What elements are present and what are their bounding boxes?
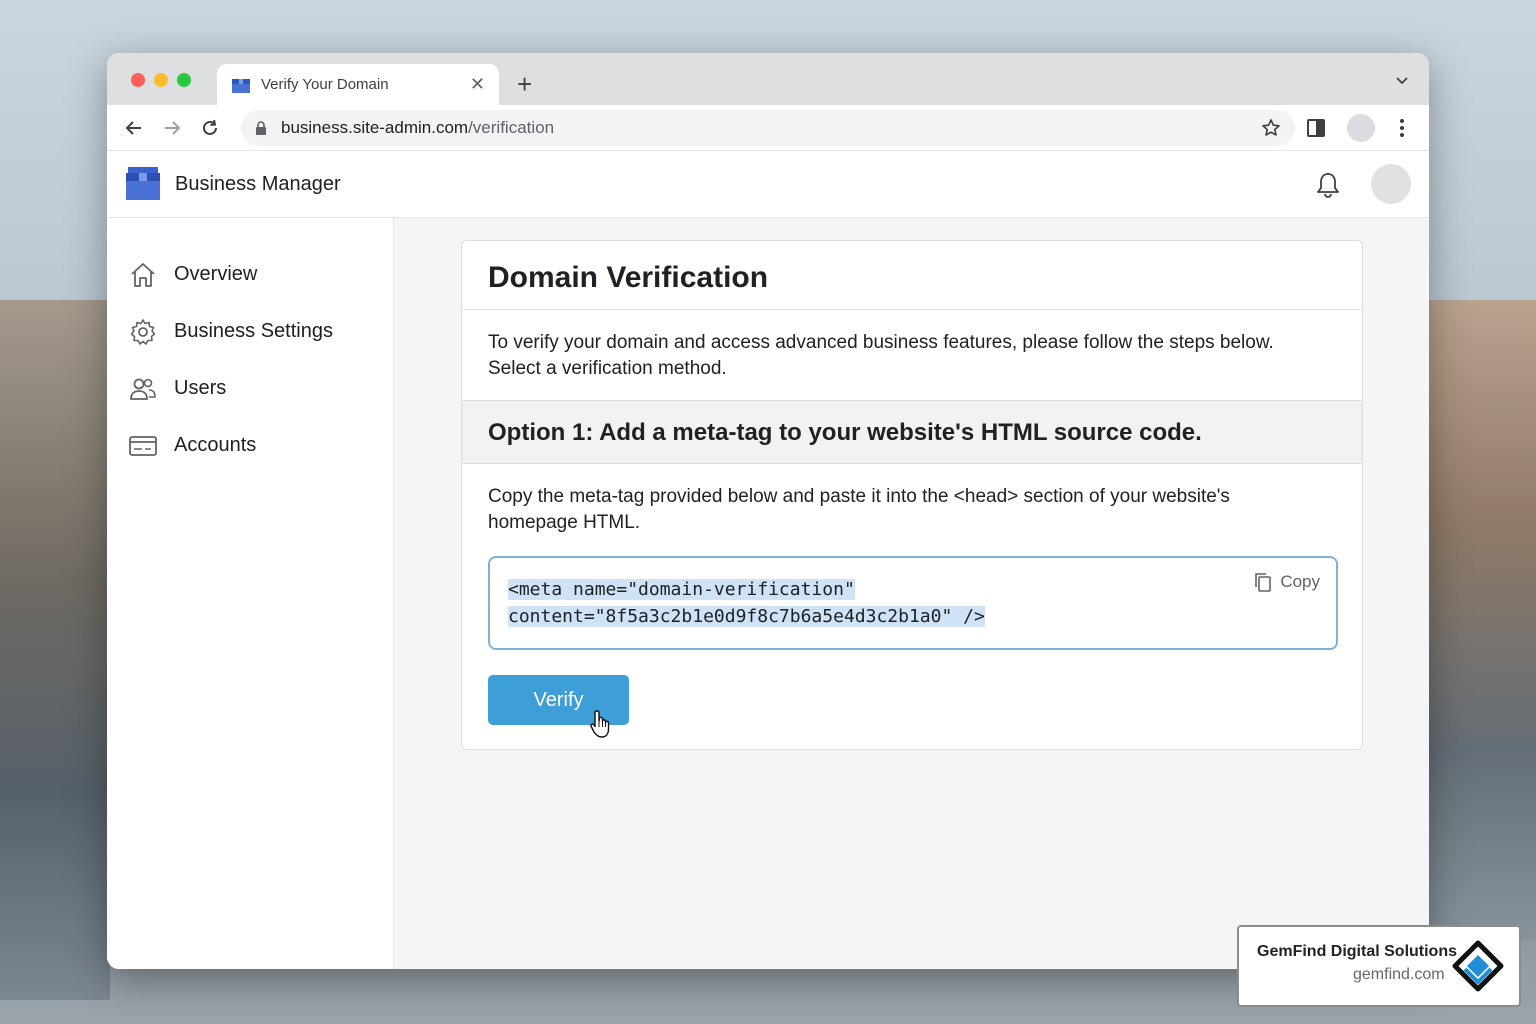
- sidebar-item-label: Overview: [174, 263, 258, 285]
- new-tab-button[interactable]: +: [517, 69, 532, 100]
- forward-arrow-icon[interactable]: [161, 117, 183, 139]
- sidebar-item-users[interactable]: Users: [107, 360, 393, 417]
- sidebar-item-label: Accounts: [174, 434, 257, 456]
- option-description-line: Copy the meta-tag provided below and pas…: [488, 486, 1230, 507]
- tab-title: Verify Your Domain: [261, 76, 389, 93]
- chevron-down-icon[interactable]: [1395, 73, 1409, 87]
- option-body: Copy the meta-tag provided below and pas…: [462, 464, 1362, 745]
- intro-text: To verify your domain and access advance…: [488, 332, 1274, 353]
- option-header: Option 1: Add a meta-tag to your website…: [462, 401, 1362, 464]
- background-left: [0, 300, 110, 1000]
- copy-icon: [1255, 573, 1272, 592]
- verification-card: Domain Verification To verify your domai…: [461, 240, 1363, 750]
- toolbar-actions: [1307, 105, 1429, 151]
- page-title: Domain Verification: [488, 261, 769, 294]
- background-right: [1426, 300, 1536, 940]
- sidebar: Overview Business Settings Users Account…: [107, 218, 394, 969]
- verify-button[interactable]: Verify: [488, 675, 629, 738]
- sidebar-item-label: Business Settings: [174, 320, 333, 342]
- option-description: Copy the meta-tag provided below and pas…: [488, 484, 1336, 536]
- profile-avatar[interactable]: [1347, 114, 1375, 142]
- option-title: Option 1: Add a meta-tag to your website…: [488, 419, 1202, 446]
- business-logo-icon: [126, 167, 160, 200]
- reload-icon[interactable]: [199, 117, 221, 139]
- users-icon: [130, 378, 156, 400]
- close-window-button[interactable]: [131, 73, 145, 87]
- url-host: business.site-admin.com: [281, 118, 469, 137]
- code-line: content="8f5a3c2b1e0d9f8c7b6a5e4d3c2b1a0…: [508, 603, 1318, 630]
- card-intro: To verify your domain and access advance…: [462, 310, 1362, 401]
- user-avatar[interactable]: [1371, 164, 1411, 204]
- back-arrow-icon[interactable]: [123, 117, 145, 139]
- window-controls: [131, 73, 191, 87]
- copy-button[interactable]: Copy: [1254, 572, 1320, 592]
- store-favicon-icon: [232, 78, 250, 93]
- copy-label: Copy: [1280, 572, 1320, 591]
- tab-strip: Verify Your Domain ✕ +: [107, 53, 1429, 105]
- card-header: Domain Verification: [462, 241, 1362, 310]
- browser-window: Verify Your Domain ✕ + business.site-adm…: [107, 53, 1429, 969]
- app-body: Overview Business Settings Users Account…: [107, 218, 1429, 969]
- minimize-window-button[interactable]: [154, 73, 168, 87]
- app-title: Business Manager: [175, 172, 341, 195]
- kebab-menu-icon[interactable]: [1399, 118, 1405, 138]
- code-line: <meta name="domain-verification": [508, 576, 1318, 603]
- hand-cursor-icon: [590, 710, 610, 738]
- card-icon: [129, 435, 157, 456]
- bell-icon[interactable]: [1315, 171, 1341, 199]
- sidebar-item-accounts[interactable]: Accounts: [107, 417, 393, 474]
- maximize-window-button[interactable]: [177, 73, 191, 87]
- watermark-badge: GemFind Digital Solutions gemfind.com: [1237, 925, 1521, 1007]
- url-path: /verification: [468, 118, 555, 137]
- side-panel-icon[interactable]: [1307, 119, 1325, 137]
- verify-label: Verify: [533, 688, 584, 711]
- sidebar-item-overview[interactable]: Overview: [107, 246, 393, 303]
- bookmark-star-icon[interactable]: [1261, 118, 1281, 138]
- sidebar-item-label: Users: [174, 377, 227, 399]
- intro-text-select-method: Select a verification method.: [488, 358, 727, 379]
- tab-verify-domain[interactable]: Verify Your Domain ✕: [217, 64, 499, 105]
- browser-toolbar: business.site-admin.com/verification: [107, 105, 1429, 151]
- tab-close-icon[interactable]: ✕: [470, 74, 485, 95]
- code-text[interactable]: content="8f5a3c2b1e0d9f8c7b6a5e4d3c2b1a0…: [508, 606, 985, 627]
- meta-tag-code-box[interactable]: <meta name="domain-verification" content…: [488, 556, 1338, 650]
- app-header: Business Manager: [107, 151, 1429, 218]
- gemfind-logo-icon: [1452, 940, 1504, 992]
- home-icon: [131, 262, 155, 287]
- address-bar[interactable]: business.site-admin.com/verification: [241, 110, 1295, 146]
- code-text[interactable]: <meta name="domain-verification": [508, 579, 855, 600]
- lock-icon: [256, 121, 266, 135]
- sidebar-item-business-settings[interactable]: Business Settings: [107, 303, 393, 360]
- main-content: Domain Verification To verify your domai…: [394, 218, 1429, 969]
- gear-icon: [130, 318, 156, 345]
- option-description-line: homepage HTML.: [488, 512, 641, 533]
